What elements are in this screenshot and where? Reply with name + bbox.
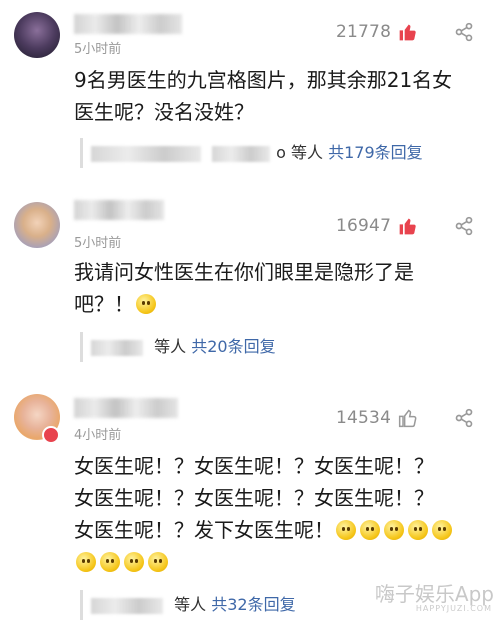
- like-count: 14534: [336, 408, 392, 428]
- comment-line: 9名男医生的九宫格图片，那其余那21名女: [74, 68, 453, 92]
- comment-time: 5小时前: [74, 42, 122, 57]
- smile-emoji-icon: [336, 520, 356, 540]
- reply-user-blurred: [91, 145, 201, 162]
- reply-user-tail: o: [276, 143, 286, 162]
- comment-text: 9名男医生的九宫格图片，那其余那21名女 医生呢？没名没姓？: [74, 64, 474, 128]
- comment-time: 5小时前: [74, 236, 122, 251]
- thumbs-up-icon[interactable]: [398, 216, 418, 236]
- comment-line: [74, 546, 484, 578]
- reply-people-label: 等人: [174, 595, 207, 614]
- reply-summary[interactable]: 等人 共20条回复: [80, 332, 500, 362]
- smile-emoji-icon: [432, 520, 452, 540]
- comment-line: 吧？！: [74, 288, 474, 320]
- avatar[interactable]: [14, 202, 60, 248]
- reply-user-blurred: [91, 597, 163, 614]
- smile-emoji-icon: [408, 520, 428, 540]
- like-count: 16947: [336, 216, 392, 236]
- username-blurred[interactable]: [74, 14, 182, 34]
- comment-text: 女医生呢！？女医生呢！？女医生呢！？ 女医生呢！？女医生呢！？女医生呢！？ 女医…: [74, 450, 484, 578]
- comment-line: 女医生呢！？女医生呢！？女医生呢！？: [74, 454, 434, 478]
- smile-emoji-icon: [124, 552, 144, 572]
- watermark-url: HAPPYJUZI.COM: [415, 604, 492, 613]
- comment-time: 4小时前: [74, 428, 122, 443]
- smile-emoji-icon: [384, 520, 404, 540]
- comment-line: 女医生呢！？发下女医生呢！: [74, 514, 484, 546]
- thumbs-up-icon[interactable]: [398, 22, 418, 42]
- username-blurred[interactable]: [74, 398, 178, 418]
- reply-people-label: 等人: [154, 337, 187, 356]
- smile-emoji-icon: [100, 552, 120, 572]
- thumbs-up-icon[interactable]: [398, 408, 418, 428]
- username-blurred[interactable]: [74, 200, 164, 220]
- share-icon[interactable]: [454, 216, 474, 236]
- smile-emoji-icon: [76, 552, 96, 572]
- comment-line-text: 吧？！: [74, 292, 134, 316]
- reply-count-link[interactable]: 共32条回复: [211, 595, 295, 614]
- smile-emoji-icon: [360, 520, 380, 540]
- reply-summary[interactable]: o 等人 共179条回复: [80, 138, 500, 168]
- smile-emoji-icon: [148, 552, 168, 572]
- avatar[interactable]: [14, 12, 60, 58]
- reply-count-link[interactable]: 共179条回复: [328, 143, 423, 162]
- comment-line-text: 女医生呢！？发下女医生呢！: [74, 518, 334, 542]
- comment-text: 我请问女性医生在你们眼里是隐形了是 吧？！: [74, 256, 474, 320]
- comment-line: 医生呢？没名没姓？: [74, 100, 254, 124]
- comment-line: 我请问女性医生在你们眼里是隐形了是: [74, 260, 414, 284]
- share-icon[interactable]: [454, 408, 474, 428]
- reply-user-blurred: [91, 339, 143, 356]
- reply-count-link[interactable]: 共20条回复: [191, 337, 275, 356]
- smile-emoji-icon: [136, 294, 156, 314]
- watermark-logo: 嗨子娱乐App: [374, 582, 494, 606]
- verified-badge: [42, 426, 60, 444]
- reply-user-blurred: [212, 145, 271, 162]
- reply-people-label: 等人: [290, 143, 323, 162]
- share-icon[interactable]: [454, 22, 474, 42]
- like-count: 21778: [336, 22, 392, 42]
- comment-line: 女医生呢！？女医生呢！？女医生呢！？: [74, 486, 434, 510]
